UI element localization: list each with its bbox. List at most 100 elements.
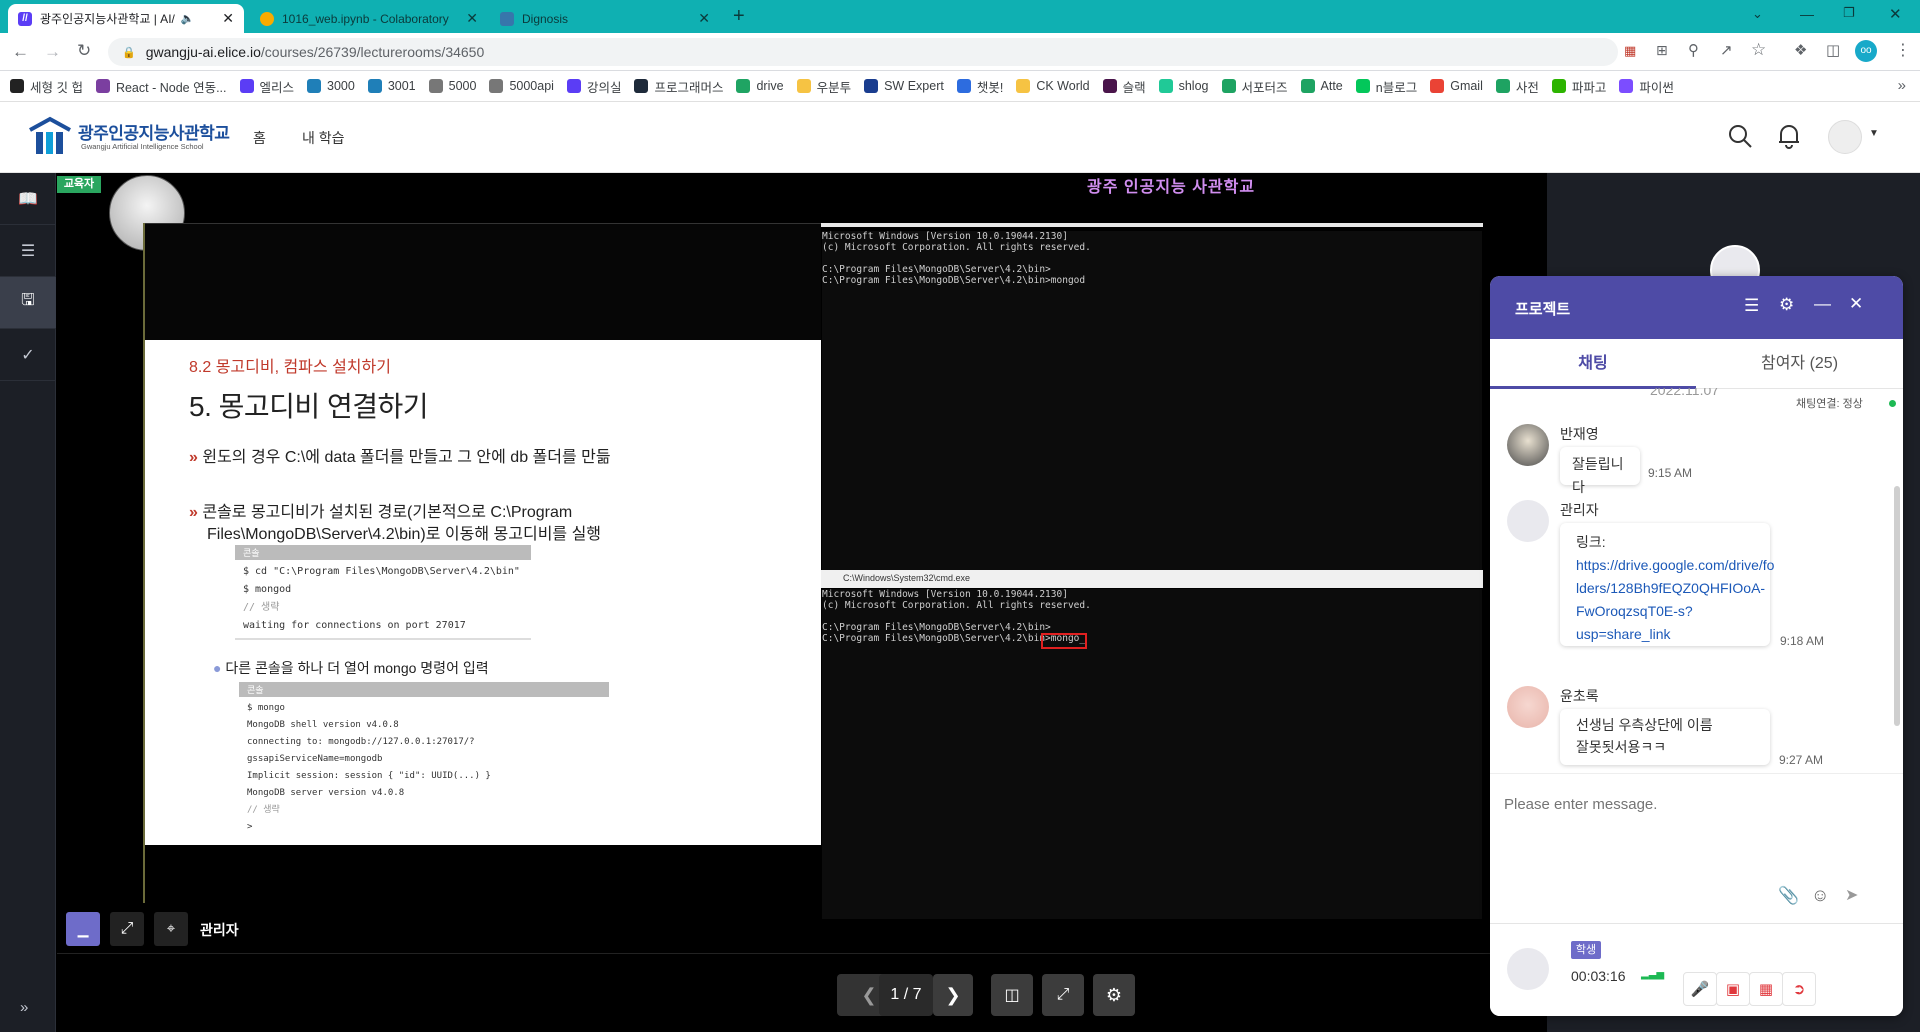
side-panel-icon[interactable]: ◫: [1826, 41, 1840, 59]
speaker-view-icon[interactable]: ▁: [66, 912, 100, 946]
plus-icon: [1300, 79, 1315, 93]
paperclip-icon[interactable]: 📎: [1778, 886, 1799, 906]
fit-screen-icon[interactable]: ⌖: [154, 912, 188, 946]
user-avatar[interactable]: [1828, 120, 1862, 154]
bookmark-label: drive: [756, 79, 784, 93]
bookmark-item[interactable]: shlog: [1158, 79, 1209, 93]
more-bookmarks-icon[interactable]: »: [1898, 77, 1906, 94]
split-view-icon[interactable]: ◫: [991, 974, 1033, 1016]
zoom-icon[interactable]: ⚲: [1688, 41, 1699, 59]
new-tab-button[interactable]: +: [733, 5, 745, 28]
message-link[interactable]: https://drive.google.com/drive/fo: [1576, 554, 1774, 577]
share-icon[interactable]: ↗: [1720, 41, 1733, 59]
list-icon[interactable]: ☰: [0, 225, 56, 277]
address-bar[interactable]: 🔒 gwangju-ai.elice.io/courses/26739/lect…: [108, 38, 1618, 66]
expand-icon[interactable]: ⤢: [110, 912, 144, 946]
bookmark-item[interactable]: 파이썬: [1619, 77, 1674, 96]
mic-off-icon[interactable]: 🎤: [1683, 972, 1717, 1006]
devil-icon: [95, 79, 110, 93]
bookmark-item[interactable]: Gmail: [1430, 79, 1483, 93]
cmd-line: C:\Program Files\MongoDB\Server\4.2\bin>: [822, 622, 1051, 633]
bookmark-item[interactable]: 3000: [307, 79, 355, 93]
search-icon[interactable]: [1727, 123, 1753, 149]
slide-bullet-2a: 콘솔로 몽고디비가 설치된 경로(기본적으로 C:\Program: [202, 504, 573, 521]
monitor-icon[interactable]: 🖫: [0, 277, 56, 329]
browser-menu-icon[interactable]: ⋮: [1895, 40, 1911, 60]
check-circle-icon[interactable]: ✓: [0, 329, 56, 381]
bookmark-item[interactable]: n블로그: [1355, 77, 1417, 96]
bookmark-star-icon[interactable]: ☆: [1751, 40, 1766, 60]
browser-tab-active[interactable]: // 광주인공지능사관학교 | AI/ 🔈 ✕: [8, 4, 244, 33]
browser-tab-dignosis[interactable]: Dignosis ✕: [490, 4, 720, 33]
bookmark-item[interactable]: 사전: [1495, 77, 1539, 96]
bookmark-item[interactable]: 프로그래머스: [634, 77, 723, 96]
naver-icon: [1355, 79, 1370, 93]
message-link[interactable]: lders/128Bh9fEQZ0QHFIOoA-: [1576, 577, 1765, 600]
install-app-icon[interactable]: ⊞: [1656, 42, 1668, 59]
slide-top-band: [145, 223, 821, 340]
bookmark-item[interactable]: drive: [736, 79, 784, 93]
message-link[interactable]: usp=share_link: [1576, 623, 1754, 646]
close-tab-icon[interactable]: ✕: [460, 10, 478, 27]
restore-icon[interactable]: ❐: [1843, 5, 1855, 21]
extensions-icon[interactable]: ❖: [1794, 41, 1807, 59]
speaker-icon[interactable]: 🔈: [181, 12, 195, 25]
chat-message-input[interactable]: [1504, 796, 1884, 866]
next-slide-icon[interactable]: ❯: [933, 974, 973, 1016]
menu-icon[interactable]: ☰: [1744, 296, 1759, 316]
bookmark-item[interactable]: 세형 깃 헙: [10, 77, 83, 96]
bookmark-item[interactable]: 슬랙: [1102, 77, 1146, 96]
settings-gear-icon[interactable]: ⚙: [1093, 974, 1135, 1016]
bookmark-item[interactable]: 파파고: [1551, 77, 1606, 96]
bookmark-item[interactable]: React - Node 연동...: [95, 77, 227, 96]
bookmark-label: 프로그래머스: [654, 80, 724, 95]
bookmark-item[interactable]: 엘리스: [239, 77, 294, 96]
send-icon[interactable]: ➤: [1845, 885, 1858, 905]
site-logo-title[interactable]: 광주인공지능사관학교: [78, 119, 230, 144]
leave-icon[interactable]: ➲: [1782, 972, 1816, 1006]
emoji-icon[interactable]: ☺: [1811, 885, 1829, 906]
bookmark-item[interactable]: CK World: [1016, 79, 1090, 93]
bookmark-item[interactable]: SW Expert: [864, 79, 944, 93]
forward-icon[interactable]: →: [44, 42, 61, 62]
back-icon[interactable]: ←: [12, 42, 29, 62]
bookmark-item[interactable]: 서포터즈: [1221, 77, 1288, 96]
bookmark-item[interactable]: 챗봇!: [956, 77, 1003, 96]
minimize-icon[interactable]: —: [1800, 6, 1814, 22]
camera-off-icon[interactable]: ▣: [1716, 972, 1750, 1006]
bookmark-item[interactable]: 강의실: [566, 77, 621, 96]
school-logo-icon[interactable]: [28, 116, 72, 156]
nav-home[interactable]: 홈: [253, 128, 266, 148]
signal-icon: ▂▃▅: [1641, 969, 1665, 980]
cmd-window-top: Microsoft Windows [Version 10.0.19044.21…: [822, 231, 1482, 581]
book-icon[interactable]: 📖: [0, 173, 56, 225]
tab-search-icon[interactable]: ⌄: [1752, 6, 1763, 22]
browser-tab-colab[interactable]: 1016_web.ipynb - Colaboratory ✕: [250, 4, 488, 33]
gear-icon[interactable]: ⚙: [1779, 295, 1794, 315]
minimize-chat-icon[interactable]: —: [1814, 294, 1831, 314]
bookmark-item[interactable]: 5000api: [489, 79, 554, 93]
close-tab-icon[interactable]: ✕: [216, 10, 234, 27]
chat-scrollbar[interactable]: [1894, 486, 1900, 726]
reload-icon[interactable]: ↻: [77, 41, 91, 61]
nav-my-learning[interactable]: 내 학습: [302, 128, 345, 148]
expand-rail-icon[interactable]: »: [20, 999, 28, 1016]
slide-section-title: 8.2 몽고디비, 컴파스 설치하기: [189, 359, 391, 376]
screen-share-off-icon[interactable]: ▦: [1749, 972, 1783, 1006]
tab-participants[interactable]: 참여자 (25): [1696, 339, 1903, 389]
bookmark-item[interactable]: 3001: [367, 79, 416, 93]
chevron-down-icon[interactable]: ▼: [1869, 128, 1879, 139]
message-link[interactable]: FwOroqzsqT0E-s?: [1576, 600, 1754, 623]
fullscreen-icon[interactable]: ⤢: [1042, 974, 1084, 1016]
close-window-icon[interactable]: ✕: [1889, 5, 1902, 23]
close-chat-icon[interactable]: ✕: [1849, 294, 1863, 314]
bell-icon[interactable]: [1777, 123, 1801, 149]
bookmark-item[interactable]: 우분투: [796, 77, 851, 96]
close-tab-icon[interactable]: ✕: [692, 10, 710, 27]
bookmark-item[interactable]: 5000: [428, 79, 476, 93]
bookmark-item[interactable]: Atte: [1300, 79, 1343, 93]
bookmark-label: 슬랙: [1122, 80, 1146, 95]
profile-avatar[interactable]: oo: [1855, 40, 1877, 62]
tab-chat[interactable]: 채팅: [1490, 339, 1696, 389]
blocked-popup-icon[interactable]: ▦: [1624, 43, 1636, 59]
